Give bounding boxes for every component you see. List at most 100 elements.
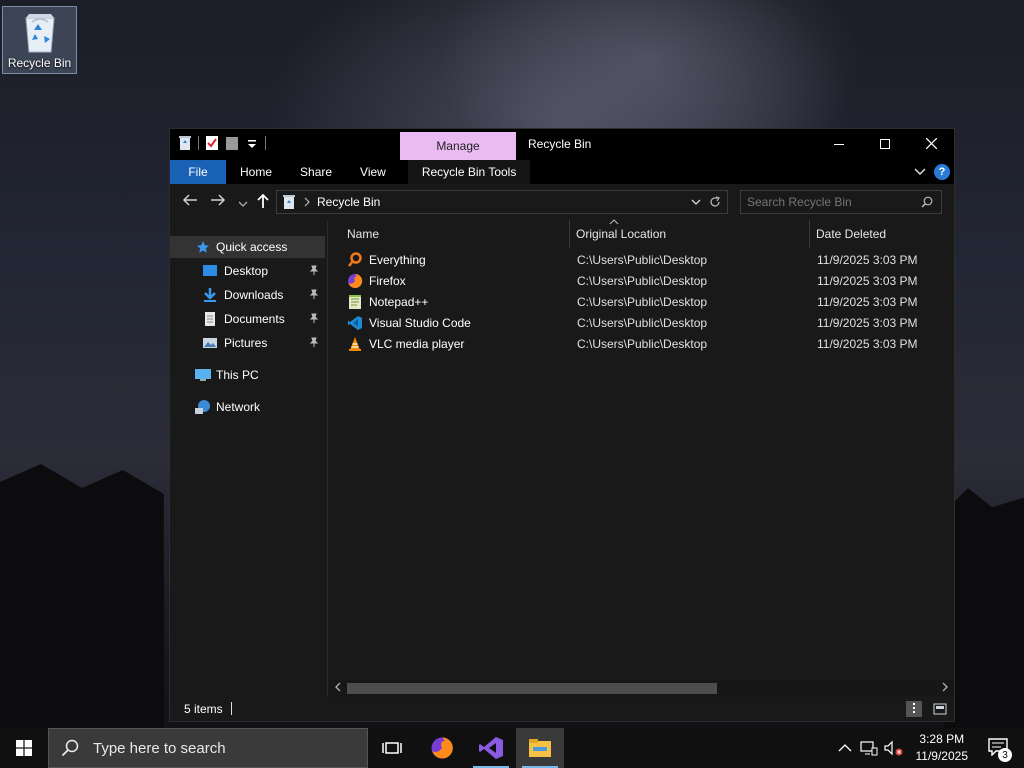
search-icon <box>61 739 79 757</box>
downloads-folder-icon <box>204 288 216 302</box>
nav-desktop-label: Desktop <box>224 264 269 278</box>
taskbar-search-box[interactable]: Type here to search <box>48 728 368 768</box>
nav-quick-access-label: Quick access <box>216 240 288 254</box>
minimize-button[interactable] <box>816 129 862 158</box>
task-view-icon <box>382 742 402 754</box>
show-hidden-icons-icon[interactable] <box>838 743 852 753</box>
scrollbar-thumb[interactable] <box>347 683 717 694</box>
up-button[interactable] <box>256 193 270 213</box>
explorer-window: Manage Recycle Bin File Home Share View … <box>169 128 955 722</box>
horizontal-scrollbar[interactable] <box>329 680 954 697</box>
column-header-date[interactable]: Date Deleted <box>816 220 886 248</box>
search-icon[interactable] <box>921 196 933 208</box>
customize-qat-icon[interactable] <box>245 135 259 151</box>
nav-network[interactable]: Network <box>170 396 260 418</box>
address-bar[interactable]: Recycle Bin <box>276 190 728 214</box>
column-header-location[interactable]: Original Location <box>576 220 666 248</box>
item-count: 5 items <box>184 702 223 716</box>
start-button[interactable] <box>0 728 48 768</box>
status-bar: 5 items <box>170 697 954 721</box>
table-row[interactable]: Visual Studio Code C:\Users\Public\Deskt… <box>329 313 954 334</box>
help-icon[interactable]: ? <box>934 164 950 180</box>
nav-quick-access[interactable]: Quick access <box>170 236 325 258</box>
windows-logo-icon <box>16 740 32 756</box>
breadcrumb-recycle-bin[interactable]: Recycle Bin <box>317 195 380 209</box>
title-bar[interactable]: Manage Recycle Bin <box>170 129 954 160</box>
nav-pictures[interactable]: Pictures <box>170 332 325 354</box>
network-icon <box>195 400 210 414</box>
system-tray <box>838 728 904 768</box>
nav-pictures-label: Pictures <box>224 336 268 350</box>
file-list: Name Original Location Date Deleted Ever… <box>329 219 954 697</box>
everything-icon <box>348 252 362 267</box>
ribbon-tabs: File Home Share View Recycle Bin Tools ? <box>170 160 954 184</box>
table-row[interactable]: Firefox C:\Users\Public\Desktop 11/9/202… <box>329 271 954 292</box>
file-explorer-icon <box>529 739 551 757</box>
back-button[interactable] <box>182 193 198 211</box>
close-button[interactable] <box>908 129 954 158</box>
large-icons-view-button[interactable] <box>932 701 948 717</box>
properties-icon[interactable] <box>205 135 219 151</box>
documents-folder-icon <box>205 312 215 326</box>
action-center-button[interactable]: 3 <box>988 738 1012 762</box>
details-view-icon <box>913 703 915 713</box>
tab-home[interactable]: Home <box>226 160 286 184</box>
forward-button[interactable] <box>210 193 226 211</box>
up-arrow-icon <box>257 193 269 208</box>
volume-muted-icon[interactable] <box>884 740 904 756</box>
pin-icon <box>309 337 319 350</box>
vlc-icon <box>349 337 361 351</box>
desktop-recycle-bin[interactable]: Recycle Bin <box>2 6 77 74</box>
file-date: 11/9/2025 3:03 PM <box>817 295 918 309</box>
scroll-right-icon[interactable] <box>941 682 949 695</box>
manage-tab[interactable]: Manage <box>400 132 516 160</box>
star-icon <box>197 241 209 253</box>
nav-documents[interactable]: Documents <box>170 308 325 330</box>
taskbar-file-explorer[interactable] <box>516 728 564 768</box>
tab-share[interactable]: Share <box>286 160 346 184</box>
file-location: C:\Users\Public\Desktop <box>577 295 708 309</box>
column-divider[interactable] <box>569 220 570 248</box>
window-title: Recycle Bin <box>528 137 592 151</box>
nav-this-pc[interactable]: This PC <box>170 364 259 386</box>
taskbar-visual-studio[interactable] <box>467 728 515 768</box>
file-location: C:\Users\Public\Desktop <box>577 274 708 288</box>
column-header-name[interactable]: Name <box>347 220 379 248</box>
nav-this-pc-label: This PC <box>216 368 259 382</box>
pin-icon <box>309 289 319 302</box>
nav-desktop[interactable]: Desktop <box>170 260 325 282</box>
tab-file[interactable]: File <box>170 160 226 184</box>
tab-view[interactable]: View <box>346 160 400 184</box>
vscode-icon <box>348 316 362 330</box>
scroll-left-icon[interactable] <box>334 682 342 695</box>
address-dropdown-icon[interactable] <box>691 198 701 206</box>
expand-ribbon-icon[interactable] <box>914 167 926 177</box>
status-cursor <box>231 702 232 715</box>
table-row[interactable]: Notepad++ C:\Users\Public\Desktop 11/9/2… <box>329 292 954 313</box>
taskbar-search-placeholder: Type here to search <box>93 739 226 757</box>
firefox-icon <box>431 737 453 759</box>
details-view-button[interactable] <box>906 701 922 717</box>
breadcrumb-chevron-icon[interactable] <box>303 197 311 207</box>
maximize-icon <box>880 138 890 149</box>
table-row[interactable]: VLC media player C:\Users\Public\Desktop… <box>329 334 954 355</box>
file-date: 11/9/2025 3:03 PM <box>817 316 918 330</box>
task-view-button[interactable] <box>368 728 416 768</box>
qat-separator-2 <box>265 136 266 150</box>
table-row[interactable]: Everything C:\Users\Public\Desktop 11/9/… <box>329 250 954 271</box>
new-folder-icon[interactable] <box>225 135 239 151</box>
maximize-button[interactable] <box>862 129 908 158</box>
forward-arrow-icon <box>211 194 226 206</box>
network-status-icon[interactable] <box>860 740 878 756</box>
tab-recycle-bin-tools[interactable]: Recycle Bin Tools <box>407 160 531 184</box>
taskbar-firefox[interactable] <box>418 728 466 768</box>
nav-downloads[interactable]: Downloads <box>170 284 325 306</box>
recycle-bin-icon <box>24 14 55 53</box>
recent-locations-button[interactable] <box>238 196 248 212</box>
system-clock[interactable]: 3:28 PM 11/9/2025 <box>916 731 969 765</box>
pictures-folder-icon <box>203 338 217 348</box>
refresh-icon[interactable] <box>709 196 721 208</box>
column-divider[interactable] <box>809 220 810 248</box>
recycle-bin-address-icon <box>283 195 295 209</box>
search-input[interactable] <box>747 195 907 209</box>
